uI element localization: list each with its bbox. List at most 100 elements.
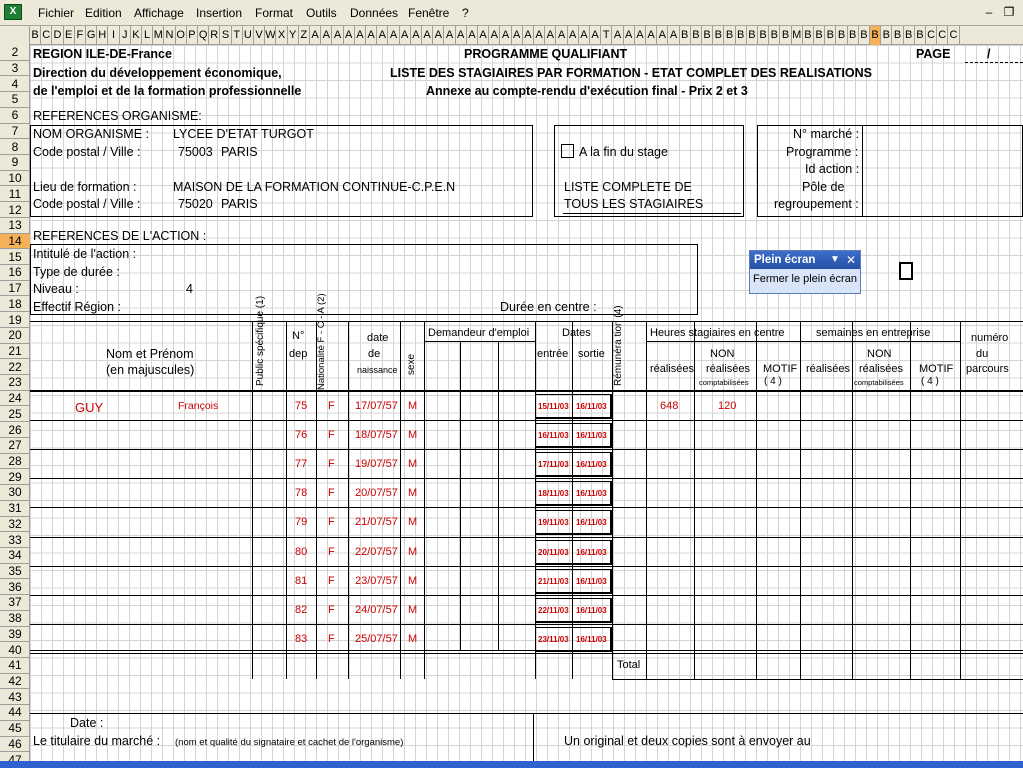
row-header[interactable]: 36 [0, 579, 30, 596]
column-header[interactable]: B [881, 26, 893, 45]
column-header[interactable]: A [478, 26, 490, 45]
row-header[interactable]: 35 [0, 564, 30, 580]
row-header[interactable]: 5 [0, 92, 30, 108]
trainee-heures-non-comptabilisees[interactable]: 120 [718, 400, 736, 412]
column-header[interactable]: F [75, 26, 86, 45]
row-header[interactable]: 39 [0, 627, 30, 643]
row-header[interactable]: 37 [0, 595, 30, 611]
column-header[interactable]: A [422, 26, 434, 45]
trainee-heures-realisees[interactable]: 648 [660, 400, 678, 412]
column-header[interactable]: A [444, 26, 456, 45]
trainee-naissance[interactable]: 18/07/57 [355, 429, 398, 441]
row-header[interactable]: 31 [0, 501, 30, 517]
row-header[interactable]: 19 [0, 312, 30, 328]
column-header[interactable]: B [30, 26, 42, 45]
trainee-entree[interactable]: 23/11/03 [538, 635, 569, 644]
row-header[interactable]: 15 [0, 249, 30, 266]
column-header[interactable]: A [456, 26, 467, 45]
row-header[interactable]: 7 [0, 124, 30, 140]
trainee-naissance[interactable]: 25/07/57 [355, 633, 398, 645]
trainee-dep[interactable]: 76 [295, 429, 307, 441]
row-header[interactable]: 20 [0, 328, 30, 344]
column-header[interactable]: A [612, 26, 624, 45]
row-header[interactable]: 38 [0, 611, 30, 627]
trainee-sortie[interactable]: 16/11/03 [576, 548, 607, 557]
trainee-sortie[interactable]: 16/11/03 [576, 635, 607, 644]
column-header[interactable]: V [254, 26, 266, 45]
column-header[interactable]: C [937, 26, 949, 45]
row-header[interactable]: 30 [0, 485, 30, 501]
restore-icon[interactable]: ❐ [1002, 5, 1016, 19]
column-header[interactable]: B [680, 26, 691, 45]
row-header[interactable]: 12 [0, 202, 30, 218]
column-header[interactable]: C [41, 26, 53, 45]
row-header[interactable]: 46 [0, 737, 30, 753]
trainee-naissance[interactable]: 21/07/57 [355, 516, 398, 528]
trainee-dep[interactable]: 78 [295, 487, 307, 499]
column-header[interactable]: A [646, 26, 658, 45]
row-header[interactable]: 32 [0, 517, 30, 533]
trainee-naissance[interactable]: 23/07/57 [355, 575, 398, 587]
column-header[interactable]: A [332, 26, 344, 45]
select-all-corner[interactable] [0, 26, 30, 45]
column-header[interactable]: A [355, 26, 366, 45]
row-header[interactable]: 43 [0, 689, 30, 706]
column-header[interactable]: B [904, 26, 915, 45]
column-header[interactable]: H [97, 26, 109, 45]
row-header[interactable]: 24 [0, 391, 30, 407]
row-header[interactable]: 23 [0, 375, 30, 391]
trainee-sexe[interactable]: M [408, 633, 417, 645]
trainee-nationalite[interactable]: F [328, 458, 335, 470]
column-header[interactable]: B [780, 26, 792, 45]
column-header[interactable]: A [344, 26, 355, 45]
row-header[interactable]: 27 [0, 438, 30, 454]
trainee-naissance[interactable]: 22/07/57 [355, 546, 398, 558]
column-header[interactable]: A [366, 26, 378, 45]
column-header[interactable]: J [120, 26, 131, 45]
close-fullscreen-button[interactable]: Fermer le plein écran [753, 273, 857, 285]
trainee-sortie[interactable]: 16/11/03 [576, 402, 607, 411]
menu-fichier[interactable]: Fichier [38, 6, 74, 20]
column-header[interactable]: B [848, 26, 859, 45]
menu-help[interactable]: ? [462, 6, 469, 20]
chevron-down-icon[interactable]: ▼ [828, 251, 842, 269]
column-header[interactable]: B [836, 26, 848, 45]
row-header[interactable]: 17 [0, 281, 30, 297]
column-header[interactable]: B [915, 26, 926, 45]
trainee-nationalite[interactable]: F [328, 400, 335, 412]
menu-format[interactable]: Format [255, 6, 293, 20]
trainee-dep[interactable]: 82 [295, 604, 307, 616]
column-header[interactable]: B [892, 26, 904, 45]
column-header[interactable]: B [713, 26, 725, 45]
trainee-nationalite[interactable]: F [328, 429, 335, 441]
column-header[interactable]: A [500, 26, 512, 45]
row-header[interactable]: 13 [0, 218, 30, 234]
menu-fenetre[interactable]: Fenêtre [408, 6, 449, 20]
column-header[interactable]: E [64, 26, 75, 45]
trainee-entree[interactable]: 19/11/03 [538, 518, 569, 527]
column-header[interactable]: A [377, 26, 389, 45]
trainee-sortie[interactable]: 16/11/03 [576, 431, 607, 440]
row-header[interactable]: 28 [0, 454, 30, 470]
column-header[interactable]: B [803, 26, 814, 45]
column-header[interactable]: A [512, 26, 523, 45]
trainee-dep[interactable]: 81 [295, 575, 307, 587]
row-header[interactable]: 33 [0, 532, 30, 548]
column-header[interactable]: Z [299, 26, 310, 45]
column-header[interactable]: B [859, 26, 870, 45]
column-header[interactable]: A [590, 26, 602, 45]
column-header[interactable]: A [411, 26, 422, 45]
column-header[interactable]: A [579, 26, 590, 45]
column-header[interactable]: B [825, 26, 837, 45]
row-header[interactable]: 40 [0, 642, 30, 658]
column-header[interactable]: R [209, 26, 221, 45]
row-header[interactable]: 25 [0, 407, 30, 423]
trainee-sortie[interactable]: 16/11/03 [576, 577, 607, 586]
column-header[interactable]: A [568, 26, 579, 45]
column-header[interactable]: B [769, 26, 781, 45]
close-icon[interactable]: ✕ [844, 251, 858, 269]
row-header[interactable]: 8 [0, 139, 30, 155]
column-header[interactable]: I [108, 26, 120, 45]
fin-stage-checkbox[interactable] [561, 144, 574, 158]
column-header[interactable]: M [153, 26, 165, 45]
